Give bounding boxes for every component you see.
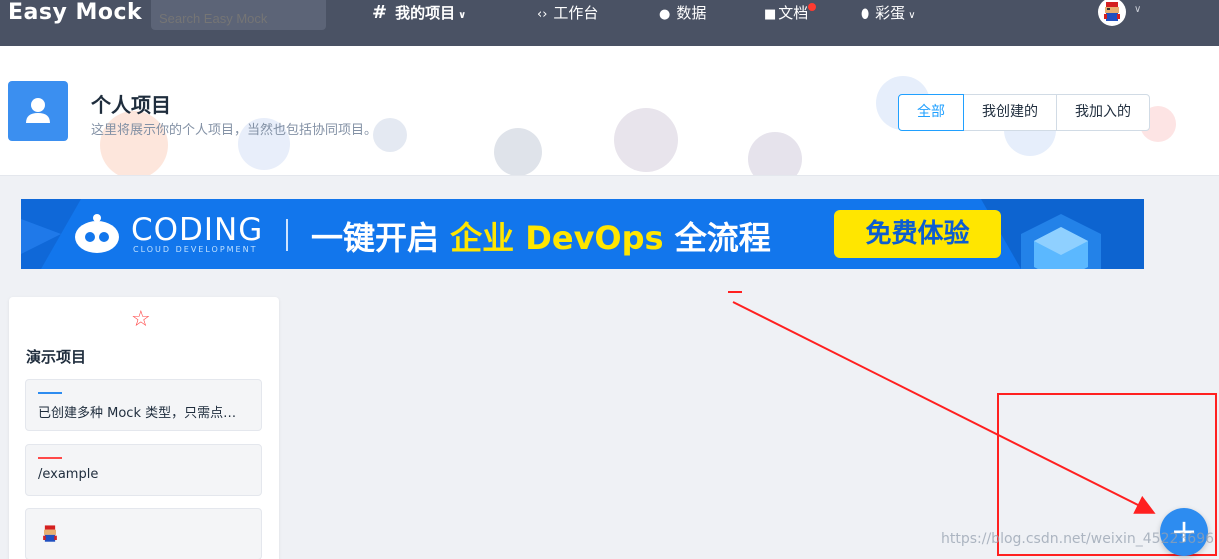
filter-all[interactable]: 全部: [898, 94, 964, 131]
watermark: https://blog.csdn.net/weixin_45223696: [941, 531, 1215, 547]
